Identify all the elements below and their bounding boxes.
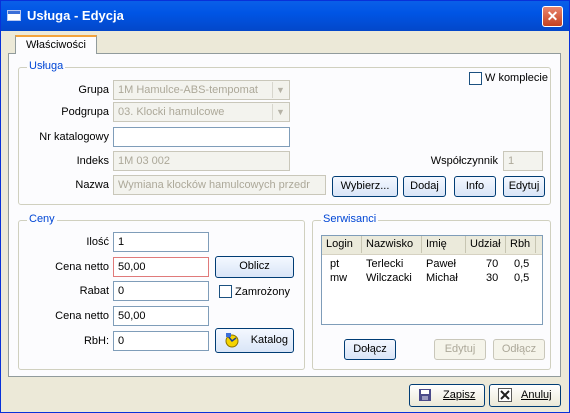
rbh-field[interactable]: 0 [113, 331, 209, 351]
column-nazwisko[interactable]: Nazwisko [362, 236, 422, 253]
indeks-field[interactable]: 1M 03 002 [113, 151, 290, 171]
grupa-label: Grupa [78, 84, 109, 96]
serwisanci-group-label: Serwisanci [321, 213, 379, 225]
cell-rbh: 0,5 [514, 272, 530, 284]
cell-login: pt [330, 258, 340, 270]
wspolczynnik-field[interactable]: 1 [503, 151, 543, 171]
katalog-button[interactable]: Katalog [215, 328, 294, 353]
dialog-window: Usługa - Edycja ✕ Usługa Grupa 1M Hamulc… [0, 0, 570, 413]
zapisz-label: Zapisz [443, 389, 476, 401]
dodaj-button[interactable]: Dodaj [403, 176, 446, 197]
cell-imie: Paweł [426, 258, 456, 270]
column-login[interactable]: Login [322, 236, 362, 253]
ilosc-field[interactable]: 1 [113, 232, 209, 252]
table-row[interactable]: mw Wilczacki Michał 30 0,5 [322, 272, 542, 285]
indeks-label: Indeks [76, 155, 109, 167]
rbh-label: RbH: [83, 335, 109, 347]
podgrupa-combo[interactable]: 03. Klocki hamulcowe ▼ [113, 102, 290, 122]
ilosc-label: Ilość [86, 236, 109, 248]
catalog-icon [224, 332, 240, 348]
nr-katalogowy-label: Nr katalogowy [39, 131, 109, 143]
info-button[interactable]: Info [454, 176, 496, 197]
w-komplecie-label: W komplecie [485, 72, 548, 84]
cena-netto-2-field[interactable]: 50,00 [113, 306, 209, 326]
nazwa-field[interactable]: Wymiana klocków hamulcowych przedr [113, 175, 326, 195]
cell-nazwisko: Terlecki [366, 258, 404, 270]
table-row[interactable]: pt Terlecki Paweł 70 0,5 [322, 258, 542, 271]
list-header: Login Nazwisko Imię Udział Rbh [322, 236, 542, 255]
title-bar[interactable]: Usługa - Edycja ✕ [1, 1, 569, 31]
wspolczynnik-label: Współczynnik [430, 155, 498, 167]
ceny-group-label: Ceny [27, 213, 57, 225]
nazwa-label: Nazwa [75, 179, 109, 191]
grupa-value: 1M Hamulce-ABS-tempomat [118, 84, 258, 96]
zapisz-button[interactable]: Zapisz [409, 384, 485, 407]
nr-katalogowy-field[interactable] [113, 127, 290, 147]
oblicz-button[interactable]: Oblicz [215, 256, 294, 278]
column-udzial[interactable]: Udział [466, 236, 506, 253]
save-icon [418, 388, 432, 402]
anuluj-button[interactable]: Anuluj [489, 384, 561, 407]
column-rbh[interactable]: Rbh [506, 236, 536, 253]
podgrupa-value: 03. Klocki hamulcowe [118, 106, 225, 118]
cell-login: mw [330, 272, 348, 284]
tab-panel-wlasciwosci: Usługa Grupa 1M Hamulce-ABS-tempomat ▼ P… [8, 53, 561, 377]
tab-wlasciwosci[interactable]: Właściwości [15, 35, 97, 54]
cena-netto-field[interactable]: 50,00 [113, 257, 209, 277]
cancel-icon [498, 388, 512, 402]
edytuj-serwisant-button[interactable]: Edytuj [434, 339, 486, 360]
usluga-group-label: Usługa [27, 60, 66, 72]
rabat-field[interactable]: 0 [113, 281, 209, 301]
grupa-combo[interactable]: 1M Hamulce-ABS-tempomat ▼ [113, 80, 290, 100]
wybierz-button[interactable]: Wybierz... [332, 176, 398, 197]
podgrupa-chevron-down-icon[interactable]: ▼ [272, 104, 288, 120]
grupa-chevron-down-icon[interactable]: ▼ [272, 82, 288, 98]
cell-rbh: 0,5 [514, 258, 530, 270]
window-title: Usługa - Edycja [27, 8, 124, 23]
anuluj-label: Anuluj [521, 389, 552, 401]
close-button[interactable]: ✕ [542, 6, 563, 27]
cena-netto-2-label: Cena netto [55, 310, 109, 322]
serwisanci-list[interactable]: Login Nazwisko Imię Udział Rbh pt Terlec… [321, 235, 543, 325]
rabat-label: Rabat [79, 285, 109, 297]
katalog-label: Katalog [250, 334, 288, 346]
window-icon [7, 10, 21, 21]
w-komplecie-checkbox[interactable] [469, 72, 482, 85]
edytuj-button[interactable]: Edytuj [503, 176, 545, 197]
column-imie[interactable]: Imię [422, 236, 466, 253]
zamrozony-checkbox[interactable] [219, 285, 232, 298]
dolacz-button[interactable]: Dołącz [344, 339, 396, 360]
zamrozony-label: Zamrożony [235, 286, 291, 298]
cell-udzial: 70 [486, 258, 499, 270]
podgrupa-label: Podgrupa [61, 106, 109, 118]
odlacz-button[interactable]: Odłącz [493, 339, 545, 360]
cell-imie: Michał [426, 272, 458, 284]
cell-nazwisko: Wilczacki [366, 272, 412, 284]
cena-netto-label: Cena netto [55, 261, 109, 273]
cell-udzial: 30 [486, 272, 499, 284]
